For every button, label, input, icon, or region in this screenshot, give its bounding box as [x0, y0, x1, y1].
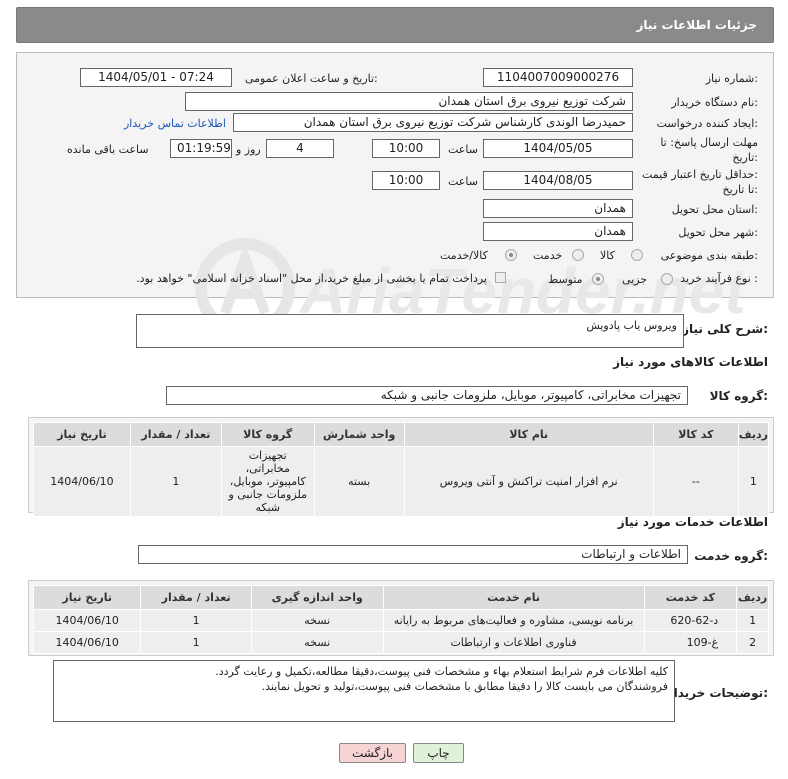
- buyer-notes-line-2: فروشندگان می بایست کالا را دقیقا مطابق ب…: [261, 680, 668, 693]
- payment-note: پرداخت تمام یا بخشی از مبلغ خرید،از محل …: [136, 272, 487, 285]
- announce-label: تاریخ و ساعت اعلان عمومی:: [245, 72, 378, 85]
- services-cell-unit: نسخه: [250, 631, 384, 654]
- table-row: 2 غ-109 فناوری اطلاعات و ارتباطات نسخه 1…: [32, 631, 769, 654]
- validity-hour-field: 10:00: [372, 171, 440, 190]
- services-cell-date: 1404/06/10: [32, 631, 142, 654]
- category-radio-goods[interactable]: [631, 249, 643, 261]
- services-heading: اطلاعات خدمات مورد نیاز: [617, 515, 768, 529]
- goods-heading: اطلاعات کالاهای مورد نیاز: [613, 355, 768, 369]
- category-radio-service[interactable]: [572, 249, 584, 261]
- deadline-hour-field: 10:00: [372, 139, 440, 158]
- category-radio-goods-service[interactable]: [505, 249, 517, 261]
- creator-label: ایجاد کننده درخواست:: [656, 117, 758, 130]
- goods-col-unit: واحد شمارش: [313, 422, 405, 447]
- services-cell-row: 1: [736, 609, 769, 632]
- buyer-notes-label: توضیحات خریدار:: [666, 686, 768, 700]
- page-header: جزئیات اطلاعات نیاز: [16, 7, 774, 43]
- validity-hour-label: ساعت: [448, 175, 478, 188]
- deadline-hour-label: ساعت: [448, 143, 478, 156]
- services-table: ردیف کد خدمت نام خدمت واحد اندازه گیری ت…: [32, 585, 769, 654]
- goods-col-code: کد کالا: [652, 422, 739, 447]
- category-label: طبقه بندی موضوعی:: [660, 249, 758, 262]
- goods-cell-row: 1: [737, 446, 770, 517]
- services-cell-unit: نسخه: [250, 609, 384, 632]
- table-row: 1 -- نرم افزار امنیت تراکنش و آنتی ویروس…: [33, 446, 770, 517]
- services-cell-date: 1404/06/10: [32, 609, 142, 632]
- validity-date-field: 1404/08/05: [483, 171, 633, 190]
- services-cell-name: برنامه نویسی، مشاوره و فعالیت‌های مربوط …: [382, 609, 645, 632]
- print-button[interactable]: چاپ: [413, 743, 464, 763]
- validity-label: حداقل تاریخ اعتبار قیمت:: [642, 168, 758, 181]
- services-group-label: گروه خدمت:: [694, 549, 768, 563]
- remaining-label: ساعت باقی مانده: [67, 143, 149, 156]
- goods-group-label: گروه کالا:: [709, 389, 768, 403]
- services-col-unit: واحد اندازه گیری: [250, 585, 384, 610]
- services-cell-qty: 1: [140, 609, 252, 632]
- validity-label-date: تا تاریخ:: [722, 183, 758, 196]
- need-number-field: 1104007009000276: [483, 68, 633, 87]
- goods-col-group: گروه کالا: [220, 422, 315, 447]
- goods-cell-unit: بسته: [313, 446, 405, 517]
- services-col-name: نام خدمت: [382, 585, 645, 610]
- goods-col-date: تاریخ نیاز: [33, 422, 131, 447]
- remaining-time-field: 01:19:59: [170, 139, 232, 158]
- goods-table: ردیف کد کالا نام کالا واحد شمارش گروه کا…: [33, 422, 770, 517]
- remaining-days-field: 4: [266, 139, 334, 158]
- process-option-minor: جزیی: [622, 273, 648, 286]
- process-option-medium: متوسط: [548, 273, 583, 286]
- buyer-notes-line-1: کلیه اطلاعات فرم شرایط استعلام بهاء و مش…: [215, 665, 668, 678]
- services-col-qty: تعداد / مقدار: [140, 585, 252, 610]
- services-group-field: اطلاعات و ارتباطات: [138, 545, 688, 564]
- goods-col-row: ردیف: [737, 422, 770, 447]
- deadline-label: مهلت ارسال پاسخ: تا: [660, 136, 758, 149]
- deadline-date-field: 1404/05/05: [483, 139, 633, 158]
- need-number-label: شماره نیاز:: [705, 72, 758, 85]
- category-option-goods-service: کالا/خدمت: [440, 249, 488, 262]
- buyer-label: نام دستگاه خریدار:: [671, 96, 758, 109]
- province-field: همدان: [483, 199, 633, 218]
- services-col-row: ردیف: [736, 585, 769, 610]
- goods-col-name: نام کالا: [403, 422, 654, 447]
- goods-group-field: تجهیزات مخابراتی، کامپیوتر، موبایل، ملزو…: [166, 386, 688, 405]
- deadline-label-date: تاریخ:: [732, 151, 758, 164]
- goods-cell-code: --: [652, 446, 739, 517]
- table-row: 1 د-62-620 برنامه نویسی، مشاوره و فعالیت…: [32, 609, 769, 632]
- category-option-goods: کالا: [600, 249, 615, 262]
- services-cell-code: غ-109: [643, 631, 738, 654]
- announce-datetime-field: 1404/05/01 - 07:24: [80, 68, 232, 87]
- province-label: استان محل تحویل:: [671, 203, 758, 216]
- goods-col-qty: تعداد / مقدار: [129, 422, 222, 447]
- process-radio-minor[interactable]: [661, 273, 673, 285]
- process-radio-medium[interactable]: [592, 273, 604, 285]
- creator-field: حمیدرضا الوندی کارشناس شرکت توزیع نیروی …: [233, 113, 633, 132]
- summary-textarea[interactable]: ویروس یاب پادویش: [136, 314, 684, 348]
- buyer-notes-textarea[interactable]: کلیه اطلاعات فرم شرایط استعلام بهاء و مش…: [53, 660, 675, 722]
- goods-cell-qty: 1: [129, 446, 222, 517]
- services-col-code: کد خدمت: [643, 585, 738, 610]
- city-label: شهر محل تحویل:: [678, 226, 758, 239]
- page-title: جزئیات اطلاعات نیاز: [636, 18, 757, 32]
- services-cell-name: فناوری اطلاعات و ارتباطات: [382, 631, 645, 654]
- category-option-service: خدمت: [533, 249, 563, 262]
- goods-cell-name: نرم افزار امنیت تراکنش و آنتی ویروس: [403, 446, 654, 517]
- goods-cell-group: تجهیزات مخابراتی، کامپیوتر، موبایل، ملزو…: [220, 446, 315, 517]
- services-cell-row: 2: [736, 631, 769, 654]
- process-label: نوع فرآیند خرید :: [680, 272, 758, 285]
- services-col-date: تاریخ نیاز: [32, 585, 142, 610]
- treasury-payment-checkbox[interactable]: [495, 272, 506, 283]
- services-cell-code: د-62-620: [643, 609, 738, 632]
- days-label: روز و: [236, 143, 261, 156]
- goods-cell-date: 1404/06/10: [33, 446, 131, 517]
- services-cell-qty: 1: [140, 631, 252, 654]
- summary-label: شرح کلی نیاز:: [682, 322, 768, 336]
- buyer-contact-link[interactable]: اطلاعات تماس خریدار: [124, 117, 226, 130]
- buyer-field: شرکت توزیع نیروی برق استان همدان: [185, 92, 633, 111]
- city-field: همدان: [483, 222, 633, 241]
- back-button[interactable]: بازگشت: [339, 743, 406, 763]
